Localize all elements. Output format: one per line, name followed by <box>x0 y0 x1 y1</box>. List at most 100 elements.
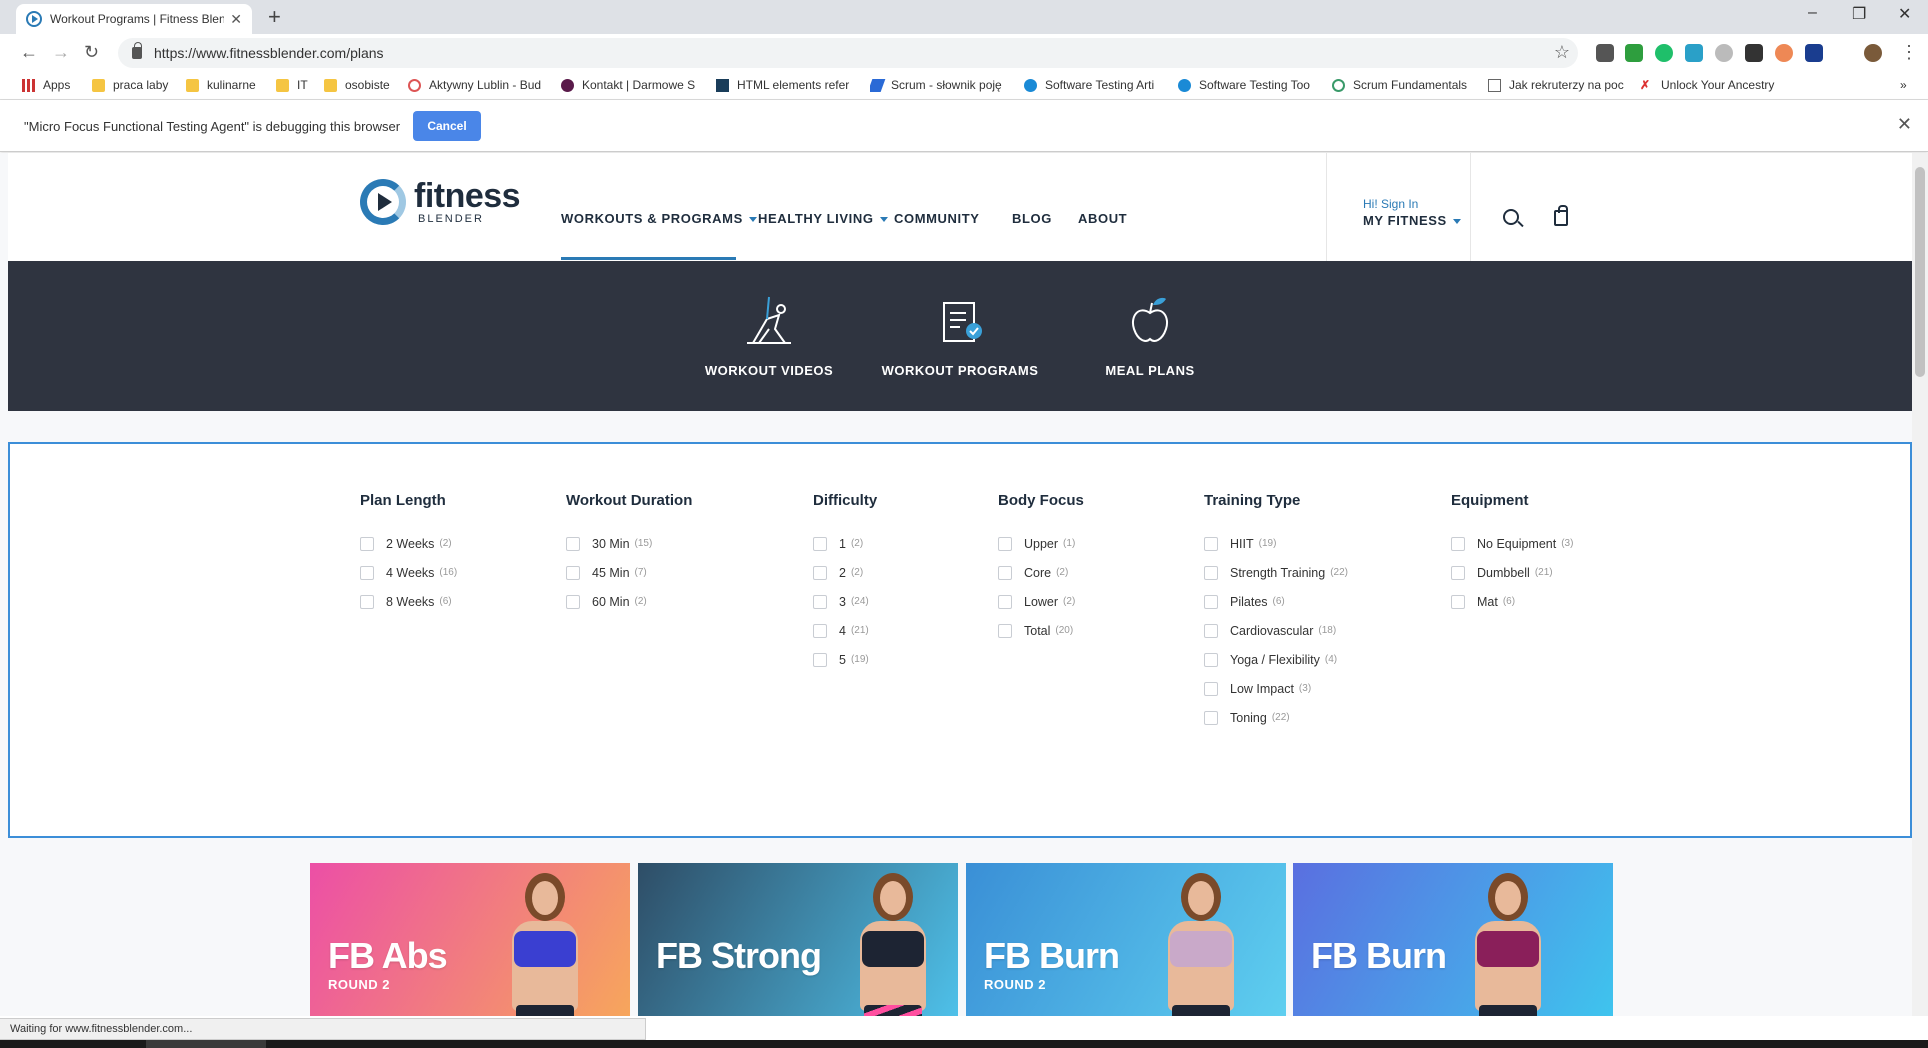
checkbox[interactable] <box>360 565 374 580</box>
bookmark-aktywny-lublin[interactable]: Aktywny Lublin - Bud <box>408 78 546 92</box>
checkbox[interactable] <box>360 594 374 609</box>
filter-option[interactable]: Total (20) <box>998 616 1084 645</box>
extension-green-icon[interactable] <box>1625 44 1643 62</box>
filter-option[interactable]: 3 (24) <box>813 587 877 616</box>
filter-option[interactable]: 45 Min (7) <box>566 558 692 587</box>
bookmark-praca-laby[interactable]: praca laby <box>92 78 176 92</box>
checkbox[interactable] <box>1204 565 1218 580</box>
filter-option[interactable]: Cardiovascular (18) <box>1204 616 1348 645</box>
my-fitness-menu[interactable]: MY FITNESS <box>1363 213 1461 228</box>
bookmark-star-icon[interactable]: ☆ <box>1554 42 1570 63</box>
checkbox[interactable] <box>1451 594 1465 609</box>
browser-tab[interactable]: Workout Programs | Fitness Blender ✕ <box>16 4 252 34</box>
nav-community[interactable]: COMMUNITY <box>894 211 980 226</box>
filter-option[interactable]: Core (2) <box>998 558 1084 587</box>
filter-option[interactable]: 60 Min (2) <box>566 587 692 616</box>
category-meal-plans[interactable]: MEAL PLANS <box>1065 293 1235 378</box>
nav-blog[interactable]: BLOG <box>1012 211 1052 226</box>
filter-option[interactable]: 2 (2) <box>813 558 877 587</box>
tab-close-icon[interactable]: ✕ <box>230 11 242 28</box>
filter-option[interactable]: Upper (1) <box>998 529 1084 558</box>
checkbox[interactable] <box>998 536 1012 551</box>
checkbox[interactable] <box>813 623 827 638</box>
program-card[interactable]: FB Abs ROUND 2 <box>310 863 630 1016</box>
search-icon[interactable] <box>1503 209 1519 225</box>
bookmark-software-testing-articles[interactable]: Software Testing Arti <box>1024 78 1160 92</box>
browser-menu-icon[interactable]: ⋮ <box>1900 42 1918 63</box>
bookmark-html-elements[interactable]: HTML elements refer <box>716 78 854 92</box>
filter-option[interactable]: 4 Weeks (16) <box>360 558 457 587</box>
checkbox[interactable] <box>998 623 1012 638</box>
checkbox[interactable] <box>1204 710 1218 725</box>
filter-option[interactable]: Strength Training (22) <box>1204 558 1348 587</box>
filter-option[interactable]: Yoga / Flexibility (4) <box>1204 645 1348 674</box>
checkbox[interactable] <box>813 652 827 667</box>
filter-option[interactable]: Low Impact (3) <box>1204 674 1348 703</box>
program-card[interactable]: FB Burn ROUND 2 <box>966 863 1286 1016</box>
filter-option[interactable]: Lower (2) <box>998 587 1084 616</box>
checkbox[interactable] <box>813 565 827 580</box>
extension-shield-icon[interactable] <box>1596 44 1614 62</box>
cancel-debugging-button[interactable]: Cancel <box>413 111 481 141</box>
window-close-icon[interactable]: ✕ <box>1898 4 1911 24</box>
checkbox[interactable] <box>1204 594 1218 609</box>
checkbox[interactable] <box>813 594 827 609</box>
profile-avatar[interactable] <box>1864 44 1882 62</box>
bookmark-jak-rekruterzy[interactable]: Jak rekruterzy na poc <box>1488 78 1624 92</box>
program-card[interactable]: FB Burn <box>1293 863 1613 1016</box>
checkbox[interactable] <box>1204 652 1218 667</box>
scrollbar-thumb[interactable] <box>1915 167 1925 377</box>
page-scrollbar[interactable] <box>1912 153 1928 1016</box>
filter-option[interactable]: 2 Weeks (2) <box>360 529 457 558</box>
filter-option[interactable]: Pilates (6) <box>1204 587 1348 616</box>
checkbox[interactable] <box>998 594 1012 609</box>
filter-option[interactable]: Mat (6) <box>1451 587 1573 616</box>
bookmark-osobiste[interactable]: osobiste <box>324 78 400 92</box>
filter-option[interactable]: 1 (2) <box>813 529 877 558</box>
forward-icon[interactable]: → <box>52 42 70 63</box>
new-tab-icon[interactable]: + <box>268 4 281 30</box>
minimize-icon[interactable]: – <box>1808 4 1817 22</box>
category-workout-videos[interactable]: WORKOUT VIDEOS <box>684 293 854 378</box>
filter-option[interactable]: HIIT (19) <box>1204 529 1348 558</box>
checkbox[interactable] <box>1204 623 1218 638</box>
back-icon[interactable]: ← <box>20 42 38 63</box>
restore-icon[interactable]: ❐ <box>1852 4 1866 24</box>
program-card[interactable]: FB Strong <box>638 863 958 1016</box>
bookmark-kontakt[interactable]: Kontakt | Darmowe S <box>561 78 699 92</box>
filter-option[interactable]: 4 (21) <box>813 616 877 645</box>
infobar-close-icon[interactable]: ✕ <box>1897 114 1912 135</box>
checkbox[interactable] <box>1204 681 1218 696</box>
filter-option[interactable]: 8 Weeks (6) <box>360 587 457 616</box>
address-bar[interactable]: https://www.fitnessblender.com/plans ☆ <box>118 38 1578 68</box>
nav-about[interactable]: ABOUT <box>1078 211 1127 226</box>
filter-option[interactable]: 30 Min (15) <box>566 529 692 558</box>
filter-option[interactable]: Toning (22) <box>1204 703 1348 732</box>
bookmark-unlock-ancestry[interactable]: ✗ Unlock Your Ancestry <box>1640 78 1776 92</box>
nav-workouts-programs[interactable]: WORKOUTS & PROGRAMS <box>561 211 757 226</box>
shopping-bag-icon[interactable] <box>1554 205 1568 226</box>
checkbox[interactable] <box>566 594 580 609</box>
grammarly-icon[interactable] <box>1655 44 1673 62</box>
category-workout-programs[interactable]: WORKOUT PROGRAMS <box>875 293 1045 378</box>
nav-healthy-living[interactable]: HEALTHY LIVING <box>758 211 888 226</box>
sign-in-link[interactable]: Hi! Sign In <box>1363 197 1418 211</box>
checkbox[interactable] <box>360 536 374 551</box>
bookmark-kulinarne[interactable]: kulinarne <box>186 78 264 92</box>
checkbox[interactable] <box>566 536 580 551</box>
checkbox[interactable] <box>1451 536 1465 551</box>
filter-option[interactable]: Dumbbell (21) <box>1451 558 1573 587</box>
bookmark-scrum-slownik[interactable]: Scrum - słownik poję <box>870 78 1008 92</box>
bookmarks-overflow-icon[interactable]: » <box>1900 78 1907 92</box>
checkbox[interactable] <box>566 565 580 580</box>
checkbox[interactable] <box>1451 565 1465 580</box>
reload-icon[interactable]: ↻ <box>84 42 99 63</box>
extension-cross-icon[interactable] <box>1685 44 1703 62</box>
bookmark-apps[interactable]: Apps <box>22 78 78 92</box>
bookmark-it[interactable]: IT <box>276 78 316 92</box>
checkbox[interactable] <box>813 536 827 551</box>
extension-triangle-icon[interactable] <box>1805 44 1823 62</box>
extension-color-icon[interactable] <box>1775 44 1793 62</box>
bookmark-scrum-fundamentals[interactable]: Scrum Fundamentals <box>1332 78 1470 92</box>
checkbox[interactable] <box>998 565 1012 580</box>
